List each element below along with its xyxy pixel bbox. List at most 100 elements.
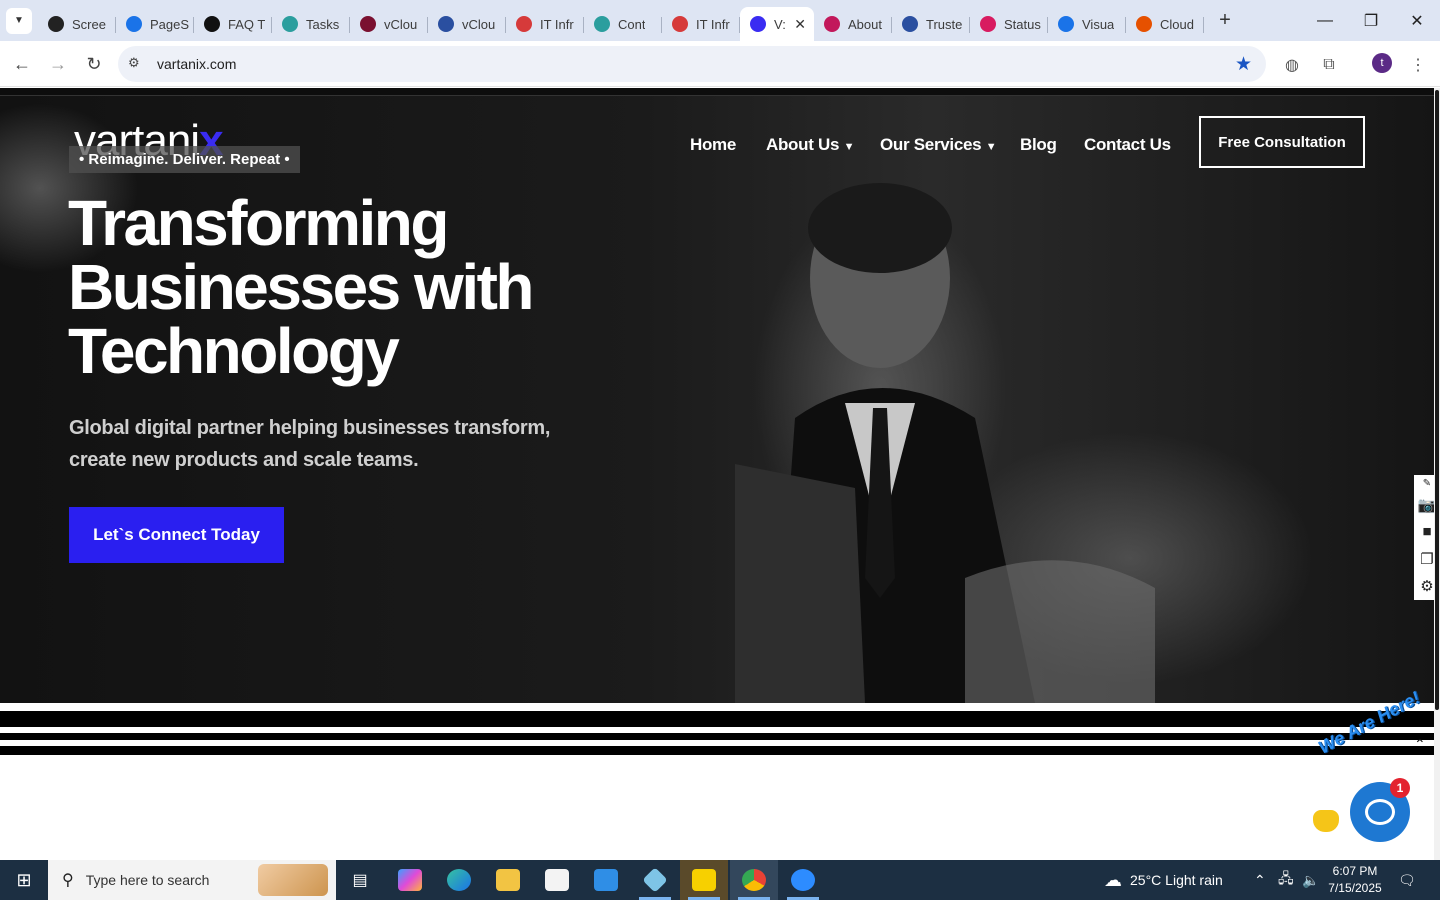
v-logo-icon — [360, 16, 376, 32]
system-clock[interactable]: 6:07 PM 7/15/2025 — [1320, 863, 1390, 897]
file-explorer-app[interactable] — [484, 860, 532, 900]
diamond-icon — [516, 16, 532, 32]
browser-tab[interactable]: Truste — [892, 7, 970, 41]
tab-label: Truste — [926, 16, 963, 32]
sticky-note-icon — [692, 869, 716, 891]
pinned-app[interactable] — [631, 860, 679, 900]
sticky-notes-app[interactable] — [680, 860, 728, 900]
slash-icon — [1136, 16, 1152, 32]
tab-label: Cont — [618, 16, 646, 32]
copilot-app[interactable] — [386, 860, 434, 900]
browser-tab[interactable]: V: ✕ — [740, 7, 814, 41]
extensions-icon[interactable]: ⧉ — [1317, 53, 1341, 77]
tab-label: About — [848, 16, 882, 32]
close-window-button[interactable]: ✕ — [1394, 0, 1440, 41]
web-page: vartanix • Reimagine. Deliver. Repeat • … — [0, 88, 1434, 860]
restore-button[interactable]: ❐ — [1348, 0, 1394, 41]
browser-tab[interactable]: Tasks — [272, 7, 350, 41]
edge-app[interactable] — [435, 860, 483, 900]
scale-icon — [902, 16, 918, 32]
tab-search-button[interactable]: ▼ — [6, 7, 32, 34]
task-view-button[interactable]: ▤ — [336, 860, 384, 900]
reload-icon: ↻ — [86, 53, 102, 74]
tab-label: IT Infr — [540, 16, 574, 32]
windows-logo-icon: ⊞ — [16, 869, 32, 890]
connect-today-button[interactable]: Let`s Connect Today — [69, 507, 284, 563]
store-app[interactable] — [533, 860, 581, 900]
clock-time: 6:07 PM — [1332, 864, 1378, 878]
tray-overflow-button[interactable]: ⌃ — [1254, 860, 1266, 900]
pink-logo-icon — [824, 16, 840, 32]
diamond-app-icon — [642, 867, 668, 893]
arrow-right-icon: → — [49, 53, 67, 74]
tab-label: Tasks — [306, 16, 340, 32]
hero-headline: Transforming Businesses with Technology — [68, 187, 535, 387]
chrome-icon — [742, 869, 766, 891]
browser-tab[interactable]: vClou — [350, 7, 428, 41]
nav-home[interactable]: Home — [690, 135, 736, 155]
close-icon: ✕ — [1410, 12, 1424, 30]
network-icon[interactable]: 🖧 — [1278, 860, 1294, 900]
zoom-app[interactable] — [779, 860, 827, 900]
tab-label: IT Infr — [696, 16, 730, 32]
tab-label: Status — [1004, 16, 1041, 32]
nav-blog[interactable]: Blog — [1020, 135, 1057, 155]
waving-hand-icon — [1313, 810, 1339, 832]
edge-icon — [447, 869, 471, 891]
chat-widget[interactable]: We Are Here! 1 — [1305, 687, 1440, 848]
nav-services[interactable]: Our Services ▼ — [880, 135, 997, 155]
browser-tab[interactable]: Cloud — [1126, 7, 1204, 41]
store-icon — [545, 869, 569, 891]
url-text[interactable]: vartanix.com — [157, 56, 236, 72]
clock-date: 7/15/2025 — [1328, 881, 1382, 895]
profile-avatar[interactable]: t — [1372, 53, 1392, 73]
browser-tab[interactable]: About — [814, 7, 892, 41]
chrome-app[interactable] — [730, 860, 778, 900]
taskbar-search[interactable]: ⚲ Type here to search — [48, 860, 336, 900]
tab-label: vClou — [462, 16, 496, 32]
site-info-icon[interactable]: ⚙ — [128, 55, 140, 71]
windows-taskbar: ⊞ ⚲ Type here to search ▤ ☁ 25°C Light r… — [0, 860, 1440, 900]
browser-tab[interactable]: PageS — [116, 7, 194, 41]
reload-button[interactable]: ↻ — [79, 49, 109, 79]
browser-tab[interactable]: vClou — [428, 7, 506, 41]
mail-app[interactable] — [582, 860, 630, 900]
search-highlight-image — [258, 864, 328, 896]
browser-tab[interactable]: FAQ T — [194, 7, 272, 41]
chat-unread-badge: 1 — [1390, 778, 1410, 798]
volume-icon[interactable]: 🔈 — [1302, 860, 1319, 900]
pagespeed-icon — [126, 16, 142, 32]
menu-kebab-icon[interactable]: ⋮ — [1406, 53, 1430, 77]
address-bar[interactable]: ⚙ vartanix.com ★ — [118, 46, 1266, 82]
tab-label: PageS — [150, 16, 190, 32]
divider-stripes — [0, 703, 1434, 761]
new-tab-button[interactable]: + — [1210, 9, 1240, 32]
search-icon: ⚲ — [62, 872, 74, 889]
gear-icon — [48, 16, 64, 32]
scrollbar-thumb[interactable] — [1435, 90, 1439, 710]
folder-icon — [496, 869, 520, 891]
start-button[interactable]: ⊞ — [0, 860, 48, 900]
browser-tab[interactable]: Status — [970, 7, 1048, 41]
notifications-button[interactable]: 🗨 — [1398, 860, 1416, 900]
notification-icon: 🗨 — [1398, 871, 1416, 888]
minimize-button[interactable]: — — [1302, 0, 1348, 41]
search-placeholder: Type here to search — [85, 872, 210, 888]
hero-section: vartanix • Reimagine. Deliver. Repeat • … — [0, 88, 1434, 703]
browser-tab[interactable]: Cont — [584, 7, 662, 41]
tasks-icon — [282, 16, 298, 32]
browser-tab[interactable]: IT Infr — [662, 7, 740, 41]
close-tab-icon[interactable]: ✕ — [794, 16, 806, 33]
chat-bubble-icon — [1365, 799, 1395, 825]
browser-tab[interactable]: Scree — [38, 7, 116, 41]
back-button[interactable]: ← — [7, 49, 37, 79]
translate-icon[interactable]: ◍ — [1280, 53, 1304, 77]
bookmark-star-icon[interactable]: ★ — [1235, 53, 1252, 76]
nav-about[interactable]: About Us ▼ — [766, 135, 854, 155]
nav-contact[interactable]: Contact Us — [1084, 135, 1171, 155]
free-consultation-button[interactable]: Free Consultation — [1199, 116, 1365, 168]
browser-tab[interactable]: Visua — [1048, 7, 1126, 41]
browser-tab[interactable]: IT Infr — [506, 7, 584, 41]
forward-button[interactable]: → — [43, 49, 73, 79]
weather-widget[interactable]: ☁ 25°C Light rain — [1104, 860, 1223, 900]
